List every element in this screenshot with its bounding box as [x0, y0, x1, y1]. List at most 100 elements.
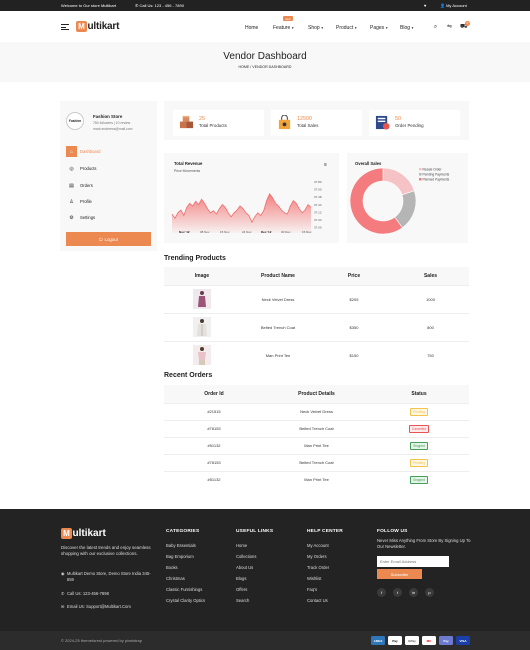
copyright-text: © 2024-25 themeforest powered by pixelst…	[61, 638, 142, 643]
logo[interactable]: M ultikart	[76, 20, 119, 32]
subscribe-button[interactable]: Subscribe	[377, 569, 422, 579]
mastercard-icon: MC	[422, 636, 436, 645]
footer-link[interactable]: Christmas	[166, 576, 205, 587]
sidebar-item-profile[interactable]: ♙ Profile	[66, 196, 151, 207]
logout-icon: ⏻	[99, 236, 103, 242]
search-icon[interactable]: ⌕	[432, 24, 439, 31]
product-name: Man Print Tee	[240, 340, 316, 369]
nav-blog[interactable]: Blog▼	[400, 25, 414, 31]
trending-title: Trending Products	[164, 255, 226, 262]
footer-link[interactable]: Collections	[236, 554, 273, 565]
order-id: #21515	[164, 402, 264, 420]
logo-text: ultikart	[72, 528, 106, 539]
store-followers: 784 followers | 10 review	[93, 121, 131, 125]
newsletter-email-input[interactable]	[377, 556, 449, 567]
chevron-down-icon: ▼	[320, 26, 324, 30]
account-label: My Account	[446, 3, 467, 8]
footer-link[interactable]: My Orders	[307, 554, 343, 565]
footer-link[interactable]: Classic Furnishings	[166, 587, 205, 598]
y-tick-label: 37.12	[314, 210, 322, 214]
nav-home[interactable]: Home	[245, 25, 258, 31]
table-header-row: Image Product Name Price Sales	[164, 267, 469, 285]
order-product: Neck Velvet Dress	[264, 402, 369, 420]
footer-link[interactable]: Track Order	[307, 565, 343, 576]
footer-col-useful-links: USEFUL LINKS Home Collections About Us B…	[236, 529, 273, 609]
footer-link[interactable]: Contact Us	[307, 598, 343, 609]
table-row[interactable]: #21515 Neck Velvet Dress Pending	[164, 402, 469, 420]
order-product: Belted Trench Coat	[264, 453, 369, 471]
footer-col-categories: CATEGORIES Baby Essentials Bag Emporium …	[166, 529, 205, 609]
footer-link[interactable]: My Account	[307, 543, 343, 554]
product-image	[193, 316, 211, 337]
x-tick-label: Nov '12	[179, 230, 190, 234]
footer-link[interactable]: Baby Essentials	[166, 543, 205, 554]
footer-address: ◉ Multikart Demo Store, Demo Store India …	[61, 571, 156, 583]
chevron-down-icon: ▼	[354, 26, 358, 30]
settings-icon[interactable]: ⇋	[446, 24, 453, 31]
facebook-icon[interactable]: f	[377, 588, 386, 597]
table-row[interactable]: #51132 Man Print Tee Shipped	[164, 470, 469, 488]
x-tick-label: 24 Nov	[242, 230, 252, 234]
nav-product[interactable]: Product▼	[336, 25, 357, 31]
legend-label: Resale Order	[423, 167, 443, 171]
footer-link[interactable]: Offers	[236, 587, 273, 598]
amex-icon: AMEX	[371, 636, 385, 645]
column-header: Product Name	[240, 267, 316, 285]
footer-link[interactable]: Faq's	[307, 587, 343, 598]
footer-link[interactable]: Wishlist	[307, 576, 343, 587]
sales-chart-card: Overall Sales Resale Order Pending Paymen…	[347, 153, 468, 243]
sidebar-item-orders[interactable]: ▤ Orders	[66, 180, 151, 191]
footer-link[interactable]: Crystal Clarity Optics	[166, 598, 205, 609]
product-image-cell	[164, 340, 240, 369]
status-badge: Cancelled	[408, 424, 430, 433]
sidebar-item-settings[interactable]: ⚙ Settings	[66, 212, 151, 223]
table-row[interactable]: Man Print Tee $150 750	[164, 340, 469, 369]
user-icon: ♙	[69, 198, 74, 205]
pinterest-icon[interactable]: p	[425, 588, 434, 597]
table-row[interactable]: Belted Trench Coat $350 800	[164, 312, 469, 341]
column-header: Price	[316, 267, 392, 285]
logo-mark: M	[76, 20, 87, 32]
table-row[interactable]: Neck Velvet Dress $205 1000	[164, 284, 469, 313]
sidebar-item-products[interactable]: ◎ Products	[66, 163, 151, 174]
footer-link[interactable]: Home	[236, 543, 273, 554]
twitter-icon[interactable]: t	[393, 588, 402, 597]
footer-logo[interactable]: M ultikart	[61, 528, 106, 539]
orders-table: Order Id Product Details Status #21515 Ne…	[164, 385, 469, 488]
table-row[interactable]: #78153 Belted Trench Coat Pending	[164, 453, 469, 471]
gear-icon: ⚙	[69, 214, 74, 221]
table-row[interactable]: #51132 Man Print Tee Shipped	[164, 436, 469, 454]
account-link[interactable]: 👤 My Account	[440, 3, 467, 8]
footer-link[interactable]: Books	[166, 565, 205, 576]
footer-link[interactable]: Blogs	[236, 576, 273, 587]
footer-link[interactable]: Search	[236, 598, 273, 609]
footer-link[interactable]: About Us	[236, 565, 273, 576]
nav-feature[interactable]: Feature▼	[273, 25, 294, 31]
stats-panel: 25 Total Products 12500 Total Sales 50 O…	[164, 101, 469, 140]
document-icon: ▤	[69, 182, 74, 189]
sidebar-item-label: Orders	[80, 183, 93, 188]
sidebar-item-dashboard[interactable]: ⌂ Dashboard	[66, 146, 151, 157]
stat-card-pending: 50 Order Pending	[369, 110, 460, 136]
y-tick-label: 37.00	[314, 226, 322, 230]
table-row[interactable]: #78153 Belted Trench Coat Cancelled	[164, 419, 469, 437]
order-status-cell: Pending	[369, 402, 469, 420]
order-status-cell: Shipped	[369, 436, 469, 454]
hamburger-icon[interactable]	[61, 24, 69, 30]
logo-mark: M	[61, 528, 72, 539]
footer-col-title: CATEGORIES	[166, 529, 200, 534]
nav-shop[interactable]: Shop▼	[308, 25, 324, 31]
heart-icon[interactable]: ♥	[424, 3, 426, 8]
footer-link[interactable]: Bag Emporium	[166, 554, 205, 565]
trending-table: Image Product Name Price Sales Neck Velv…	[164, 267, 469, 369]
product-sales: 750	[392, 340, 469, 369]
logo-text: ultikart	[87, 20, 120, 32]
order-id: #78153	[164, 419, 264, 437]
product-image-cell	[164, 284, 240, 313]
footer-col-title: FOLLOW US	[377, 529, 408, 534]
nav-pages[interactable]: Pages▼	[370, 25, 388, 31]
logout-button[interactable]: ⏻ Logout	[66, 232, 151, 246]
stat-card-sales: 12500 Total Sales	[271, 110, 362, 136]
instagram-icon[interactable]: in	[409, 588, 418, 597]
status-badge: Shipped	[410, 475, 428, 484]
